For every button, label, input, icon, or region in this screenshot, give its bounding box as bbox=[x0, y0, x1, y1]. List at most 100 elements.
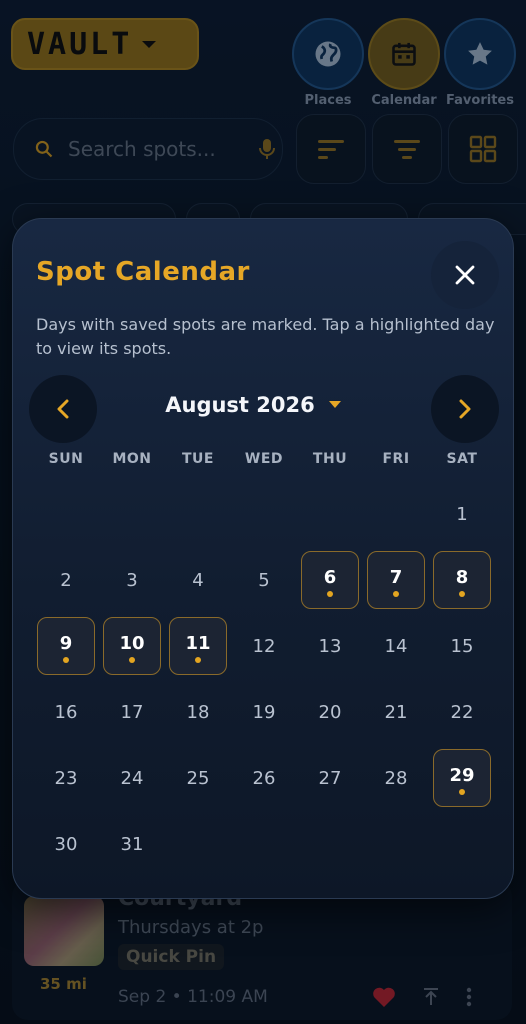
calendar-day[interactable]: 27 bbox=[319, 768, 342, 789]
calendar-day[interactable]: 21 bbox=[385, 702, 408, 723]
weekday-label: SUN bbox=[48, 451, 84, 467]
calendar-cell: 22 bbox=[429, 679, 495, 745]
calendar-cell: 2 bbox=[33, 547, 99, 613]
calendar-day-marked[interactable]: 10 bbox=[103, 617, 161, 675]
close-button[interactable] bbox=[431, 241, 499, 309]
day-number: 6 bbox=[323, 566, 337, 588]
calendar-cell: 18 bbox=[165, 679, 231, 745]
calendar-day[interactable]: 24 bbox=[121, 768, 144, 789]
calendar-cell: 15 bbox=[429, 613, 495, 679]
previous-month-button[interactable] bbox=[29, 375, 97, 443]
calendar-day[interactable]: 22 bbox=[451, 702, 474, 723]
calendar-cell: 5 bbox=[231, 547, 297, 613]
calendar-cell: 27 bbox=[297, 745, 363, 811]
calendar-day[interactable]: 15 bbox=[451, 636, 474, 657]
calendar-day[interactable]: 3 bbox=[126, 570, 137, 591]
day-number: 7 bbox=[389, 566, 403, 588]
calendar-cell: 23 bbox=[33, 745, 99, 811]
calendar-day[interactable]: 17 bbox=[121, 702, 144, 723]
calendar-day[interactable]: 19 bbox=[253, 702, 276, 723]
calendar-cell: 8 bbox=[429, 547, 495, 613]
calendar-cell: 20 bbox=[297, 679, 363, 745]
saved-spot-dot bbox=[459, 591, 465, 597]
calendar-cell: 25 bbox=[165, 745, 231, 811]
calendar-cell: 9 bbox=[33, 613, 99, 679]
month-selector[interactable]: August 2026 bbox=[153, 393, 353, 417]
calendar-day-marked[interactable]: 9 bbox=[37, 617, 95, 675]
calendar-day[interactable]: 18 bbox=[187, 702, 210, 723]
calendar-day[interactable]: 2 bbox=[60, 570, 71, 591]
saved-spot-dot bbox=[459, 789, 465, 795]
calendar-day[interactable]: 4 bbox=[192, 570, 203, 591]
calendar-cell: 17 bbox=[99, 679, 165, 745]
weekday-label: MON bbox=[112, 451, 152, 467]
calendar-cell: 4 bbox=[165, 547, 231, 613]
calendar-cell: 1 bbox=[429, 481, 495, 547]
calendar-cell: 11 bbox=[165, 613, 231, 679]
calendar-empty-cell bbox=[33, 481, 99, 547]
calendar-cell: 28 bbox=[363, 745, 429, 811]
calendar-day[interactable]: 13 bbox=[319, 636, 342, 657]
calendar-day[interactable]: 12 bbox=[253, 636, 276, 657]
saved-spot-dot bbox=[393, 591, 399, 597]
weekday-label: FRI bbox=[382, 451, 410, 467]
calendar-day[interactable]: 26 bbox=[253, 768, 276, 789]
calendar-day[interactable]: 28 bbox=[385, 768, 408, 789]
calendar-day-marked[interactable]: 11 bbox=[169, 617, 227, 675]
calendar-cell: 12 bbox=[231, 613, 297, 679]
calendar-day[interactable]: 25 bbox=[187, 768, 210, 789]
saved-spot-dot bbox=[327, 591, 333, 597]
calendar-cell: 30 bbox=[33, 811, 99, 877]
calendar-day-marked[interactable]: 8 bbox=[433, 551, 491, 609]
calendar-empty-cell bbox=[297, 481, 363, 547]
weekday-label: WED bbox=[244, 451, 284, 467]
calendar-cell: 14 bbox=[363, 613, 429, 679]
calendar-day[interactable]: 5 bbox=[258, 570, 269, 591]
saved-spot-dot bbox=[195, 657, 201, 663]
modal-title: Spot Calendar bbox=[36, 257, 250, 287]
calendar-cell: 21 bbox=[363, 679, 429, 745]
day-number: 8 bbox=[455, 566, 469, 588]
saved-spot-dot bbox=[63, 657, 69, 663]
calendar-cell: 19 bbox=[231, 679, 297, 745]
day-number: 29 bbox=[449, 764, 475, 786]
calendar-day-marked[interactable]: 29 bbox=[433, 749, 491, 807]
day-number: 9 bbox=[59, 632, 73, 654]
calendar-cell: 29 bbox=[429, 745, 495, 811]
saved-spot-dot bbox=[129, 657, 135, 663]
calendar-day[interactable]: 14 bbox=[385, 636, 408, 657]
calendar-grid: 1 2 3 4 5 6 7 8 9 10 11 12 13 14 15 16 17 18 19 20 21 22 23 24 2… bbox=[33, 481, 495, 877]
calendar-cell: 10 bbox=[99, 613, 165, 679]
calendar-day[interactable]: 16 bbox=[55, 702, 78, 723]
calendar-day[interactable]: 30 bbox=[55, 834, 78, 855]
calendar-cell: 13 bbox=[297, 613, 363, 679]
chevron-right-icon bbox=[459, 399, 471, 419]
calendar-day[interactable]: 1 bbox=[456, 504, 467, 525]
calendar-day[interactable]: 31 bbox=[121, 834, 144, 855]
spot-calendar-modal: Spot Calendar Days with saved spots are … bbox=[12, 218, 514, 899]
calendar-cell: 26 bbox=[231, 745, 297, 811]
weekday-label: TUE bbox=[182, 451, 214, 467]
calendar-cell: 24 bbox=[99, 745, 165, 811]
calendar-empty-cell bbox=[165, 481, 231, 547]
calendar-cell: 3 bbox=[99, 547, 165, 613]
calendar-day[interactable]: 23 bbox=[55, 768, 78, 789]
next-month-button[interactable] bbox=[431, 375, 499, 443]
calendar-empty-cell bbox=[99, 481, 165, 547]
calendar-day-marked[interactable]: 6 bbox=[301, 551, 359, 609]
month-label: August 2026 bbox=[165, 393, 315, 417]
calendar-cell: 6 bbox=[297, 547, 363, 613]
weekday-label: SAT bbox=[446, 451, 478, 467]
calendar-cell: 7 bbox=[363, 547, 429, 613]
calendar-day-marked[interactable]: 7 bbox=[367, 551, 425, 609]
calendar-day[interactable]: 20 bbox=[319, 702, 342, 723]
calendar-cell: 16 bbox=[33, 679, 99, 745]
chevron-left-icon bbox=[57, 399, 69, 419]
close-icon bbox=[455, 265, 475, 285]
calendar-empty-cell bbox=[363, 481, 429, 547]
calendar-cell: 31 bbox=[99, 811, 165, 877]
day-number: 11 bbox=[185, 632, 211, 654]
day-number: 10 bbox=[119, 632, 145, 654]
chevron-down-icon bbox=[328, 401, 341, 408]
calendar-empty-cell bbox=[231, 481, 297, 547]
